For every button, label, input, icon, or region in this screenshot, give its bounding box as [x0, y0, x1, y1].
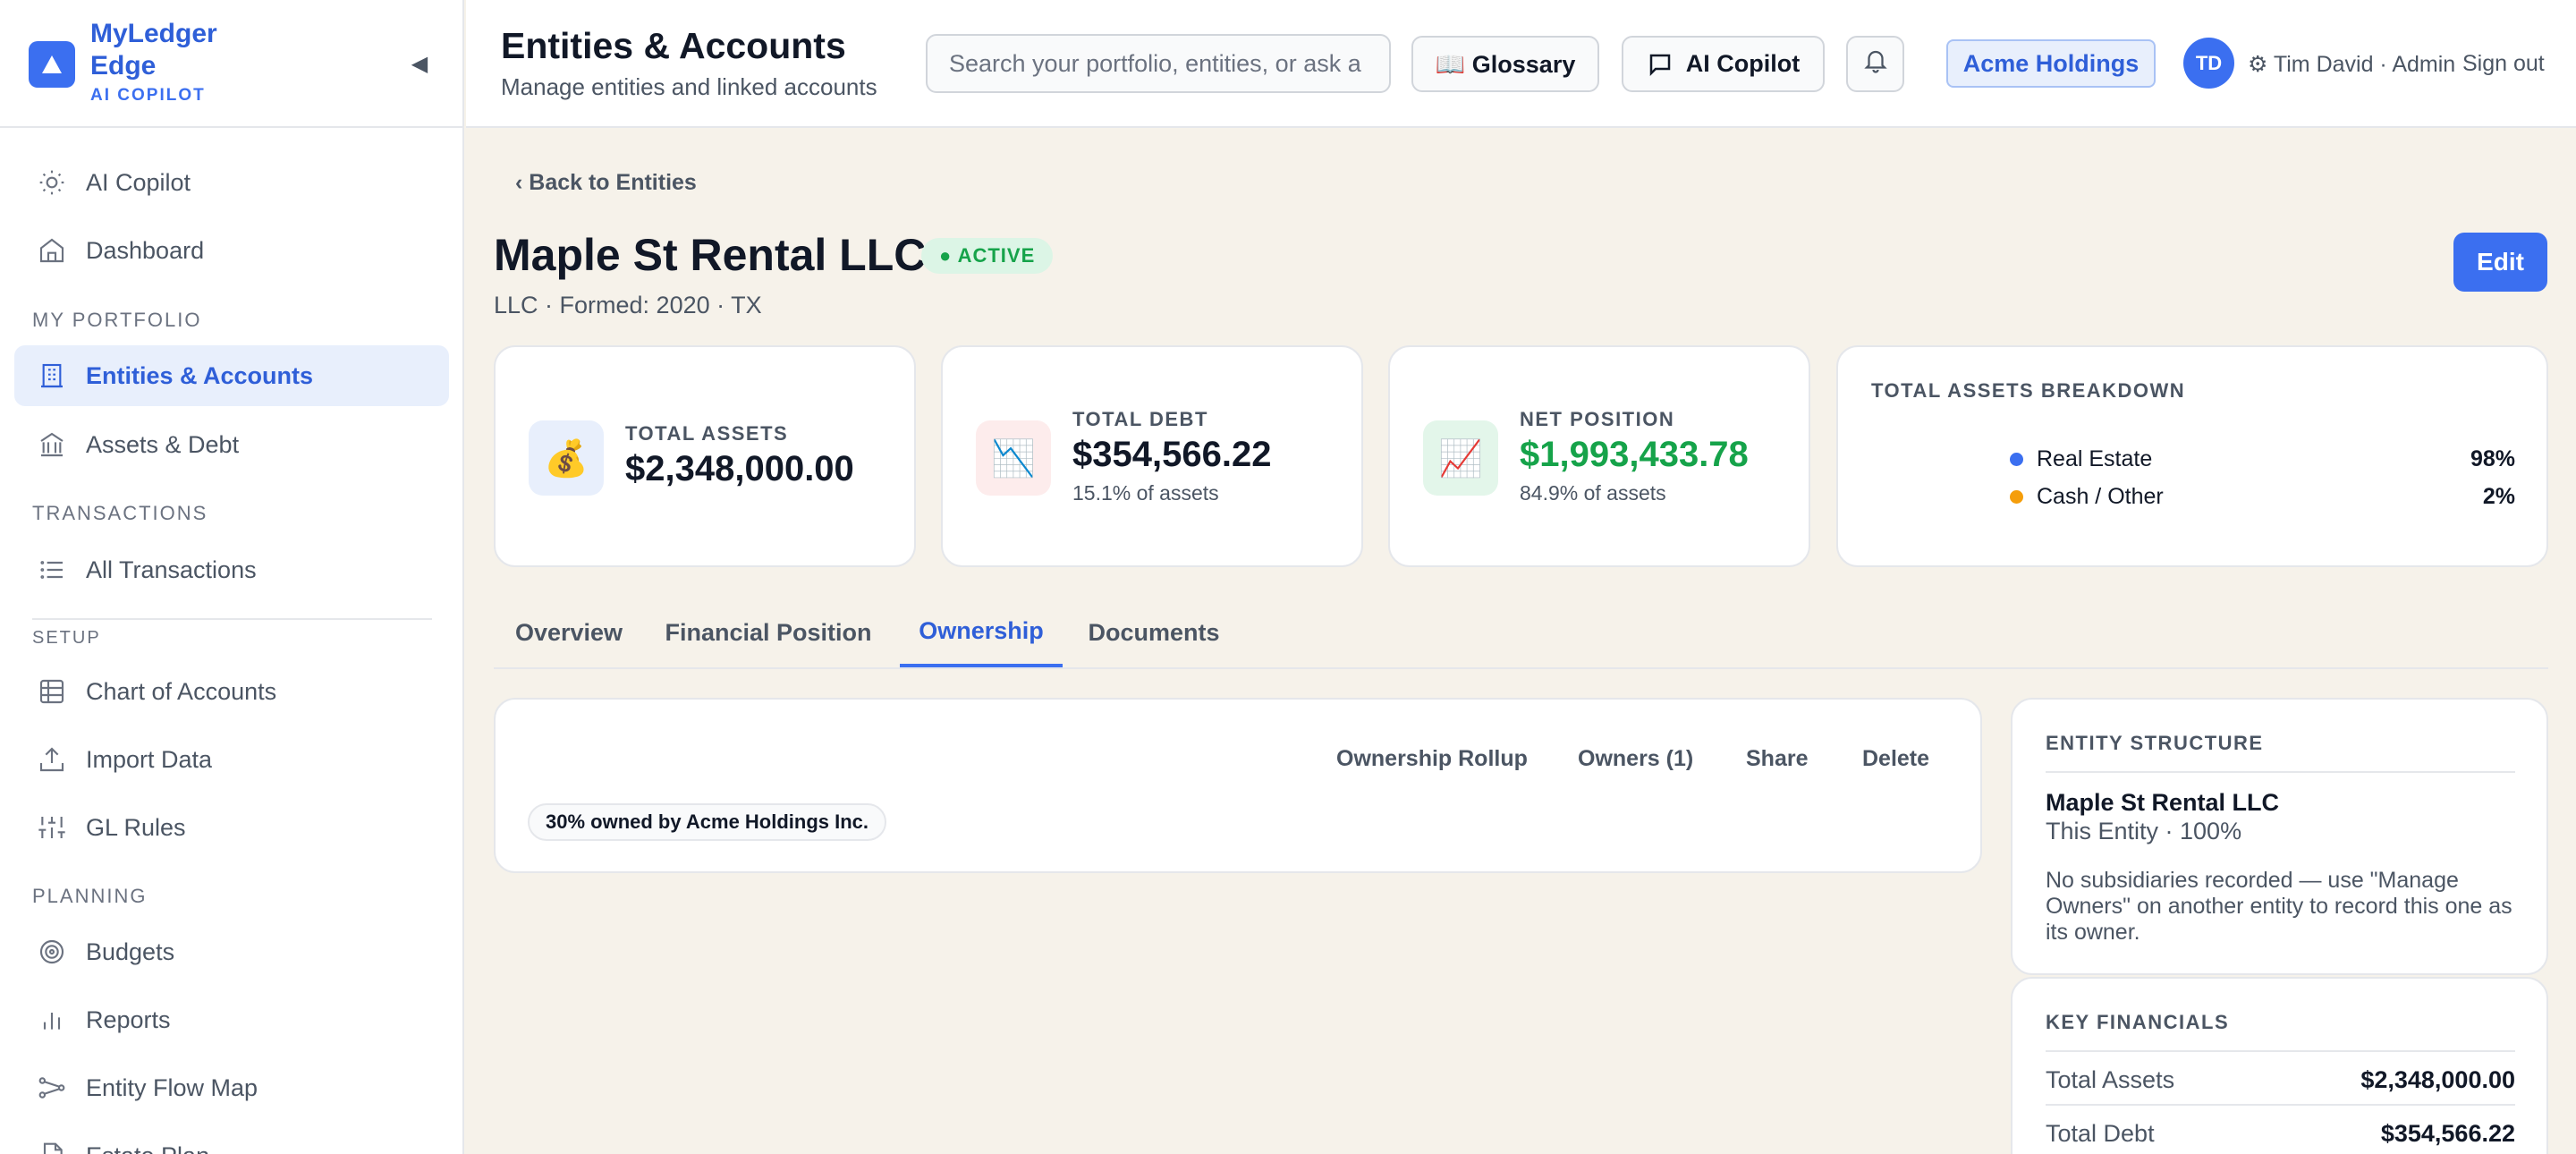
table-icon: [36, 675, 68, 708]
assets-breakdown-card: TOTAL ASSETS BREAKDOWN Real Estate 98% C…: [1836, 345, 2548, 567]
home-icon: [36, 234, 68, 267]
ownership-card: Ownership Rollup Owners (1) Share Delete…: [494, 698, 1982, 873]
breakdown-title: TOTAL ASSETS BREAKDOWN: [1871, 379, 2186, 402]
key-financials-card: KEY FINANCIALS Total Assets $2,348,000.0…: [2011, 977, 2548, 1154]
stat-sub: 15.1% of assets: [1072, 481, 1219, 505]
entity-title: Maple St Rental LLC: [494, 230, 927, 280]
stat-card-net-position: 📈 NET POSITION $1,993,433.78 84.9% of as…: [1388, 345, 1810, 567]
flow-icon: [36, 1072, 68, 1104]
collapse-sidebar-icon[interactable]: ◀: [407, 48, 432, 79]
status-badge: ● ACTIVE: [921, 238, 1054, 274]
stat-label: TOTAL DEBT: [1072, 408, 1208, 430]
sidebar-item-import-data[interactable]: Import Data: [14, 729, 449, 790]
sign-out-link[interactable]: Sign out: [2462, 51, 2545, 77]
target-icon: [36, 936, 68, 968]
section-label-transactions: TRANSACTIONS: [32, 502, 208, 524]
tab-documents[interactable]: Documents: [1082, 598, 1225, 667]
glossary-button[interactable]: 📖 Glossary: [1411, 36, 1599, 92]
top-header: Entities & Accounts Manage entities and …: [466, 0, 2576, 128]
breakdown-row: Real Estate 98%: [2010, 444, 2515, 474]
chart-down-icon: 📉: [976, 420, 1051, 496]
bank-icon: [36, 429, 68, 461]
user-settings-link[interactable]: ⚙ Tim David · Admin: [2248, 51, 2455, 78]
stat-label: NET POSITION: [1520, 408, 1675, 430]
chart-up-icon: 📈: [1423, 420, 1498, 496]
sidebar: MyLedger Edge AI COPILOT ◀ AI Copilot Da…: [0, 0, 464, 1154]
search-input[interactable]: [926, 34, 1391, 93]
structure-title: ENTITY STRUCTURE: [2046, 732, 2264, 754]
key-financials-title: KEY FINANCIALS: [2046, 1011, 2230, 1033]
page-title: Entities & Accounts: [501, 25, 846, 66]
delete-button[interactable]: Delete: [1862, 746, 1929, 772]
brand-area: MyLedger Edge AI COPILOT ◀: [0, 0, 462, 128]
page-subtitle: Manage entities and linked accounts: [501, 73, 877, 100]
section-label-portfolio: MY PORTFOLIO: [32, 309, 202, 331]
sidebar-item-gl-rules[interactable]: GL Rules: [14, 797, 449, 858]
section-label-setup: SETUP: [32, 628, 101, 648]
divider: [2046, 771, 2515, 773]
bar-chart-icon: [36, 1004, 68, 1036]
divider: [2046, 1050, 2515, 1052]
ownership-rollup-button[interactable]: Ownership Rollup: [1336, 746, 1528, 772]
sidebar-item-ai-copilot[interactable]: AI Copilot: [14, 152, 449, 213]
owners-button[interactable]: Owners (1): [1578, 746, 1693, 772]
entity-switcher[interactable]: Acme Holdings: [1946, 39, 2156, 88]
sidebar-item-reports[interactable]: Reports: [14, 989, 449, 1050]
stat-sub: 84.9% of assets: [1520, 481, 1666, 505]
entity-tabs: Overview Financial Position Ownership Do…: [494, 598, 2548, 669]
logo-icon[interactable]: [29, 41, 75, 88]
ownership-pill: 30% owned by Acme Holdings Inc.: [528, 803, 887, 841]
sidebar-item-estate-plan[interactable]: Estate Plan: [14, 1125, 449, 1154]
sidebar-item-budgets[interactable]: Budgets: [14, 921, 449, 982]
stat-value: $2,348,000.00: [625, 449, 854, 488]
share-button[interactable]: Share: [1746, 746, 1808, 772]
sidebar-item-entities[interactable]: Entities & Accounts: [14, 345, 449, 406]
ai-copilot-button[interactable]: AI Copilot: [1622, 36, 1825, 92]
money-bag-icon: 💰: [529, 420, 604, 496]
list-icon: [36, 554, 68, 586]
bell-icon: [1862, 47, 1889, 81]
entity-meta: LLC · Formed: 2020 · TX: [494, 292, 762, 318]
document-icon: [36, 1140, 68, 1154]
tab-ownership[interactable]: Ownership: [900, 598, 1063, 667]
sidebar-item-dashboard[interactable]: Dashboard: [14, 220, 449, 281]
stat-label: TOTAL ASSETS: [625, 422, 789, 445]
structure-note: No subsidiaries recorded — use "Manage O…: [2046, 868, 2512, 945]
tab-financial-position[interactable]: Financial Position: [657, 598, 880, 667]
key-financial-row: Total Assets $2,348,000.00: [2046, 1066, 2515, 1093]
stat-value: $1,993,433.78: [1520, 435, 1749, 474]
upload-icon: [36, 743, 68, 776]
entity-structure-card: ENTITY STRUCTURE Maple St Rental LLC Thi…: [2011, 698, 2548, 975]
brand-subtitle: AI COPILOT: [90, 86, 206, 105]
edit-button[interactable]: Edit: [2453, 233, 2547, 292]
legend-dot: [2010, 452, 2023, 466]
sidebar-divider: [32, 618, 432, 620]
stat-card-total-debt: 📉 TOTAL DEBT $354,566.22 15.1% of assets: [941, 345, 1363, 567]
sliders-icon: [36, 811, 68, 844]
section-label-planning: PLANNING: [32, 885, 148, 907]
notifications-button[interactable]: [1846, 36, 1904, 92]
avatar[interactable]: TD: [2183, 38, 2234, 89]
structure-entity-name: Maple St Rental LLC: [2046, 789, 2280, 816]
divider: [2046, 1104, 2515, 1106]
stat-card-total-assets: 💰 TOTAL ASSETS $2,348,000.00: [494, 345, 916, 567]
building-icon: [36, 360, 68, 392]
brand-name: MyLedger Edge: [90, 19, 217, 81]
breakdown-row: Cash / Other 2%: [2010, 481, 2515, 512]
key-financial-row: Total Debt $354,566.22: [2046, 1120, 2515, 1147]
back-to-entities-link[interactable]: ‹ Back to Entities: [515, 170, 697, 196]
legend-dot: [2010, 489, 2023, 504]
sidebar-item-transactions[interactable]: All Transactions: [14, 539, 449, 600]
chat-icon: [1647, 51, 1674, 78]
sun-icon: [36, 166, 68, 199]
sidebar-item-chart-of-accounts[interactable]: Chart of Accounts: [14, 661, 449, 722]
tab-overview[interactable]: Overview: [515, 598, 623, 667]
sidebar-item-entity-flow-map[interactable]: Entity Flow Map: [14, 1057, 449, 1118]
structure-entity-share: This Entity · 100%: [2046, 818, 2242, 844]
stat-value: $354,566.22: [1072, 435, 1272, 474]
sidebar-item-assets-debt[interactable]: Assets & Debt: [14, 414, 449, 475]
